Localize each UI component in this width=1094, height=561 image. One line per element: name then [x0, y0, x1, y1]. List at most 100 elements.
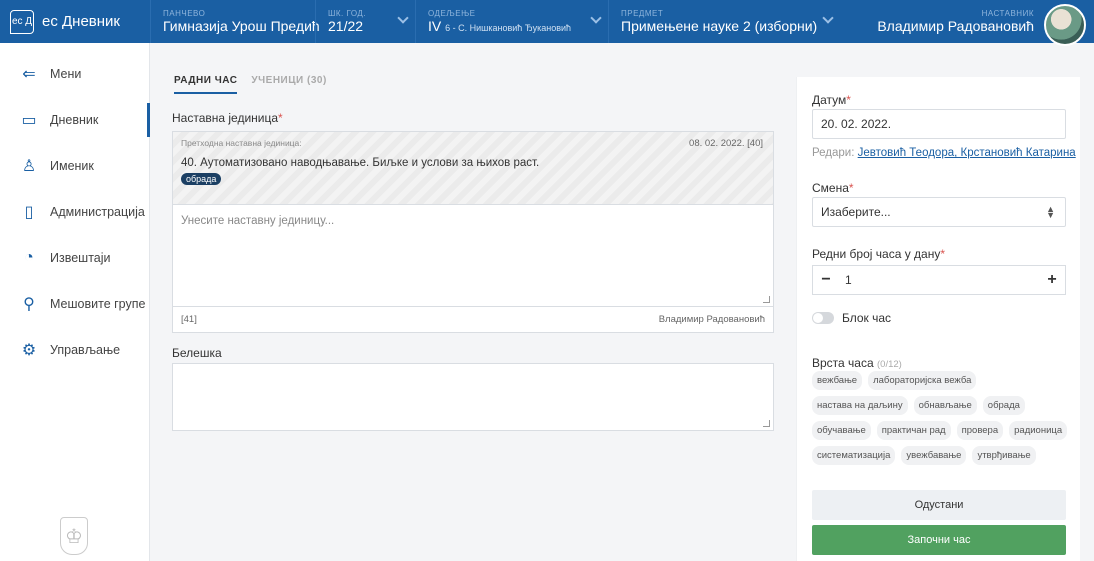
lesson-panel: Датум* 20. 02. 2022. Редари: Јевтовић Те…: [796, 77, 1080, 561]
coat-of-arms-icon: ♔: [60, 517, 88, 555]
school-selector[interactable]: ПАНЧЕВО Гимназија Урош Предић: [150, 0, 320, 43]
year-value: 21/22: [328, 18, 364, 34]
chip-processing[interactable]: обрада: [982, 396, 1025, 415]
block-label: Блок час: [842, 311, 892, 325]
subject-value: Примењене науке 2 (изборни): [621, 18, 818, 34]
previous-unit: Претходна наставна јединица: 08. 02. 202…: [173, 132, 773, 205]
sidebar: ⇐ Мени ▭ Дневник ♙ Именик ▯ Администраци…: [0, 43, 150, 561]
class-value: IV 6 - С. Нишкановић Ђукановић: [428, 18, 596, 34]
start-lesson-button[interactable]: Започни час: [812, 525, 1066, 555]
sidebar-item-directory[interactable]: ♙ Именик: [0, 143, 149, 189]
class-name: IV: [428, 18, 442, 34]
required-marker: *: [846, 93, 851, 107]
chip-check[interactable]: провера: [956, 421, 1004, 440]
sidebar-item-reports[interactable]: ◔ Извештаји: [0, 235, 149, 281]
date-input[interactable]: 20. 02. 2022.: [812, 109, 1066, 139]
block-toggle[interactable]: [812, 312, 834, 324]
tab-students[interactable]: УЧЕНИЦИ (30): [251, 75, 326, 94]
teacher-name: Владимир Радовановић: [877, 18, 1034, 34]
teacher-label: НАСТАВНИК: [981, 9, 1034, 18]
previous-unit-label: Претходна наставна јединица:: [181, 138, 302, 148]
unit-input[interactable]: Унесите наставну јединицу...: [173, 205, 773, 307]
shift-select[interactable]: Изаберите... ▲ ▼: [812, 197, 1066, 227]
chip-workshop[interactable]: радионица: [1009, 421, 1068, 440]
pie-chart-icon: ◔: [24, 249, 34, 266]
chip-practical[interactable]: практичан рад: [876, 421, 951, 440]
teacher-menu[interactable]: НАСТАВНИК Владимир Радовановић: [877, 0, 1094, 46]
year-label: ШК. ГОД.: [328, 9, 367, 18]
year-selector[interactable]: ШК. ГОД. 21/22: [315, 0, 415, 43]
sidebar-item-diary[interactable]: ▭ Дневник: [0, 97, 150, 143]
school-value: Гимназија Урош Предић: [163, 18, 320, 34]
chip-systematization[interactable]: систематизација: [812, 446, 896, 465]
chip-exercise[interactable]: вежбање: [812, 371, 863, 390]
minus-icon[interactable]: −: [813, 271, 839, 289]
class-label: ОДЕЉЕЊЕ: [428, 9, 476, 18]
brand[interactable]: ec Д ес Дневник: [0, 0, 150, 43]
chip-review[interactable]: обнављање: [913, 396, 977, 415]
note-label: Белешка: [172, 346, 222, 360]
required-marker: *: [940, 247, 946, 261]
app-name: ес Дневник: [42, 13, 120, 30]
sidebar-item-menu[interactable]: ⇐ Мени: [0, 51, 149, 97]
cancel-button[interactable]: Одустани: [812, 490, 1066, 520]
clipboard-icon: ▯: [24, 204, 34, 221]
sidebar-item-label: Мени: [50, 67, 82, 81]
top-bar: ec Д ес Дневник ПАНЧЕВО Гимназија Урош П…: [0, 0, 1094, 46]
sidebar-item-label: Именик: [50, 159, 94, 173]
required-marker: *: [278, 111, 283, 125]
unit-counter: [41]: [181, 314, 197, 325]
date-label-text: Датум: [812, 93, 847, 107]
class-teachers: - С. Нишкановић Ђукановић: [450, 23, 572, 33]
sidebar-item-mixed-groups[interactable]: ⚲ Мешовите групе: [0, 281, 149, 327]
sidebar-item-management[interactable]: ⚙ Управљање: [0, 327, 149, 373]
chip-consolidation[interactable]: утврђивање: [972, 446, 1036, 465]
subject-selector[interactable]: ПРЕДМЕТ Примењене науке 2 (изборни): [608, 0, 834, 43]
date-label: Датум*: [812, 93, 851, 107]
chip-lab-exercise[interactable]: лабораторијска вежба: [868, 371, 977, 390]
gear-icon: ⚙: [21, 342, 37, 359]
previous-unit-badge: обрада: [181, 173, 222, 185]
school-label: ПАНЧЕВО: [163, 9, 206, 18]
monitors-link[interactable]: Јевтовић Теодора, Крстановић Катарина: [858, 147, 1076, 159]
block-toggle-row: Блок час: [812, 311, 891, 325]
unit-author: Владимир Радовановић: [658, 314, 765, 325]
sidebar-item-label: Мешовите групе: [50, 297, 146, 311]
tabs: РАДНИ ЧАС УЧЕНИЦИ (30): [174, 75, 327, 94]
resize-handle-icon[interactable]: [763, 420, 770, 427]
order-label: Редни број часа у дану*: [812, 247, 945, 261]
chip-drilling[interactable]: увежбавање: [901, 446, 967, 465]
chip-training[interactable]: обучавање: [812, 421, 871, 440]
order-label-text: Редни број часа у дану: [812, 247, 941, 261]
subject-label: ПРЕДМЕТ: [621, 9, 664, 18]
unit-label: Наставна јединица*: [172, 111, 283, 125]
shift-value: Изаберите...: [821, 205, 891, 219]
unit-footer: [41] Владимир Радовановић: [173, 307, 773, 332]
previous-unit-text: 40. Аутоматизовано наводњавање. Биљке и …: [181, 157, 540, 169]
sidebar-item-administration[interactable]: ▯ Администрација: [0, 189, 149, 235]
lesson-type-chips: вежбање лабораторијска вежба настава на …: [812, 371, 1074, 465]
class-selector[interactable]: ОДЕЉЕЊЕ IV 6 - С. Нишкановић Ђукановић: [415, 0, 608, 43]
select-arrows-icon: ▲ ▼: [1046, 204, 1055, 220]
monitors-label: Редари:: [812, 147, 855, 159]
resize-handle-icon[interactable]: [763, 296, 770, 303]
users-icon: ♙: [21, 158, 37, 175]
required-marker: *: [848, 181, 854, 195]
order-value[interactable]: 1: [839, 273, 1039, 287]
unit-field: Претходна наставна јединица: 08. 02. 202…: [172, 131, 774, 333]
sidebar-item-label: Администрација: [50, 205, 145, 219]
unit-placeholder: Унесите наставну јединицу...: [181, 215, 335, 227]
chip-remote[interactable]: настава на даљину: [812, 396, 908, 415]
book-icon: ▭: [21, 112, 37, 129]
groups-icon: ⚲: [23, 296, 35, 313]
plus-icon[interactable]: +: [1039, 271, 1065, 289]
lesson-type-count: (0/12): [877, 359, 902, 370]
main-content: РАДНИ ЧАС УЧЕНИЦИ (30) Наставна јединица…: [150, 43, 790, 561]
tab-lesson[interactable]: РАДНИ ЧАС: [174, 75, 238, 94]
lesson-type-label: Врста часа (0/12): [812, 356, 902, 370]
shift-label-text: Смена: [812, 181, 849, 195]
back-arrow-icon: ⇐: [22, 66, 36, 83]
avatar[interactable]: [1044, 3, 1086, 46]
note-input[interactable]: [172, 363, 774, 431]
sidebar-item-label: Извештаји: [50, 251, 111, 265]
